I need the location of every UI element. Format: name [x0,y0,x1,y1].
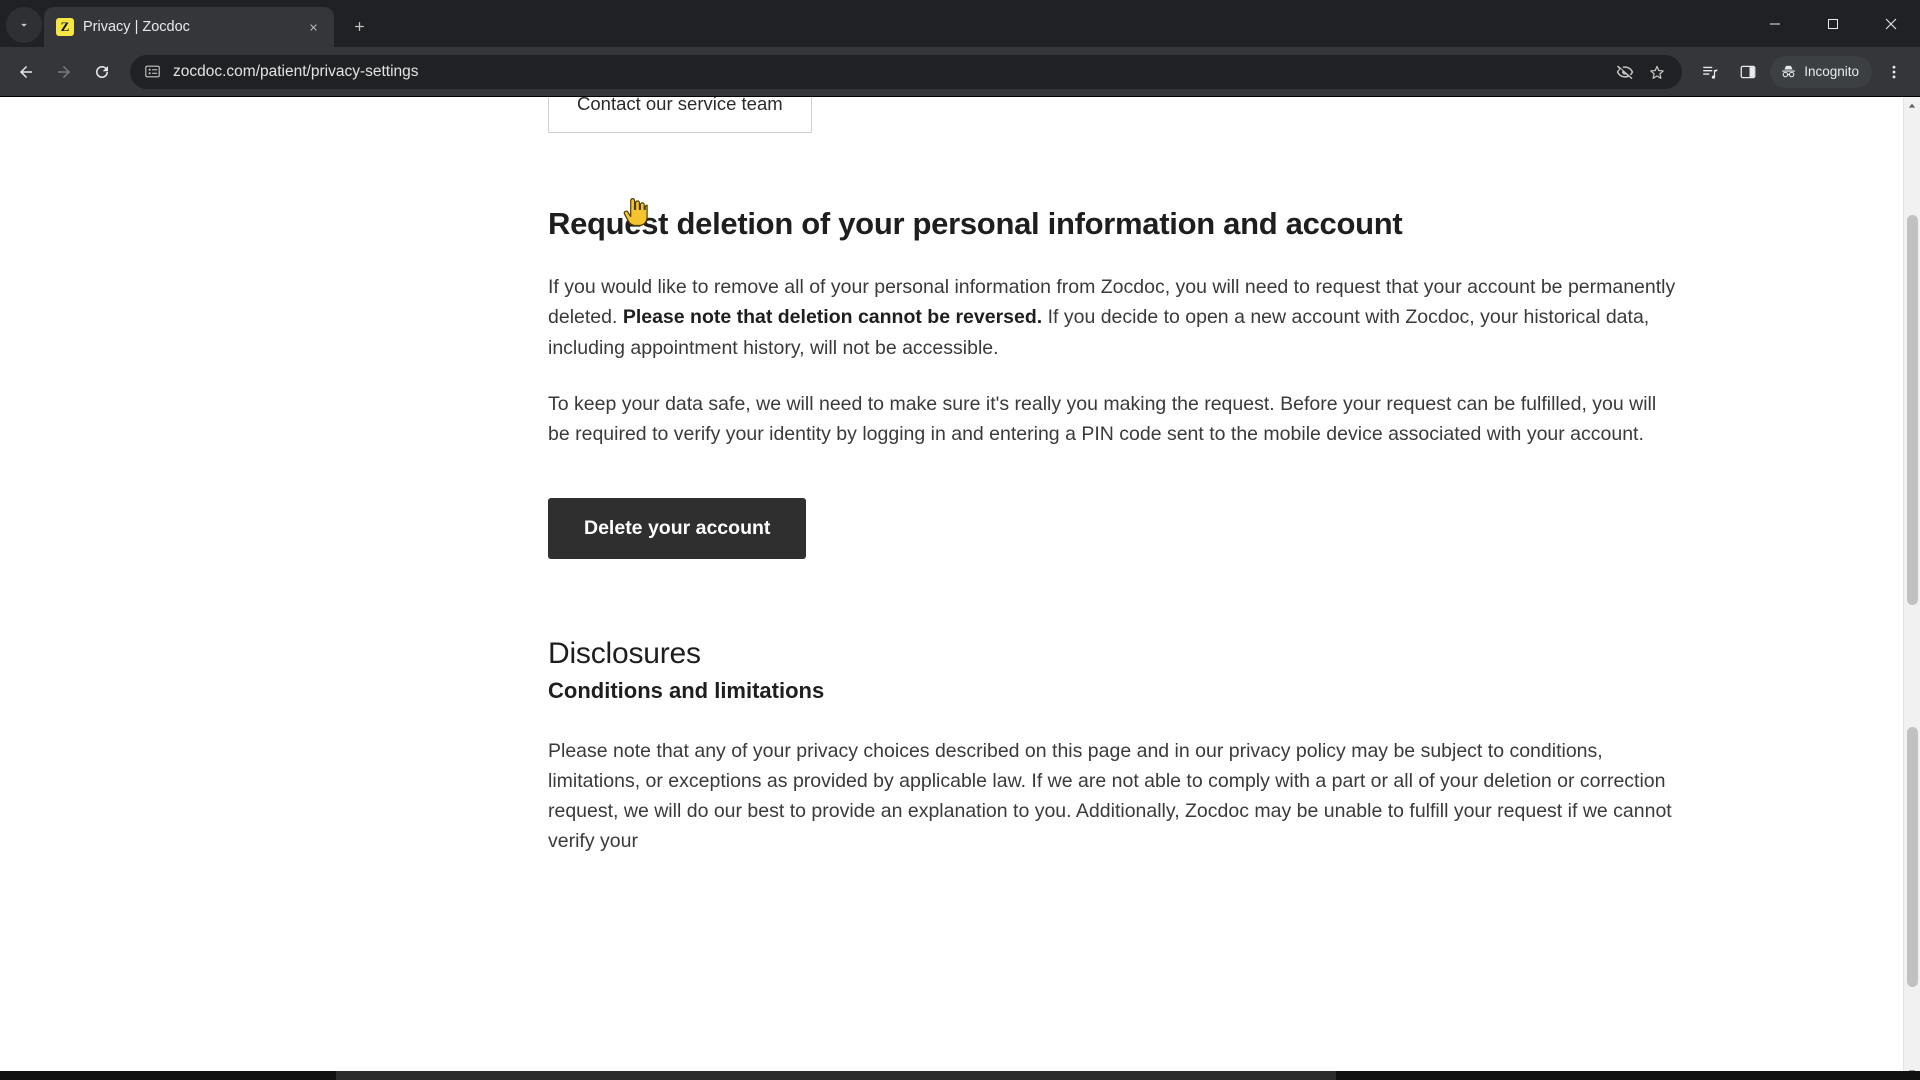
window-controls [1746,0,1920,47]
deletion-paragraph-1: If you would like to remove all of your … [548,272,1678,363]
contact-service-team-button[interactable]: Contact our service team [548,97,812,133]
eye-off-icon [1616,65,1634,79]
arrow-left-icon [20,65,32,78]
tab-close-button[interactable] [302,16,324,38]
browser-tab-privacy-zocdoc[interactable]: Z Privacy | Zocdoc [44,7,334,47]
chevron-down-icon [21,23,27,27]
omnibox-actions [1612,59,1670,85]
bookmark-button[interactable] [1644,59,1670,85]
address-bar[interactable]: zocdoc.com/patient/privacy-settings [130,54,1683,89]
three-dot-menu-icon [1892,65,1896,78]
chrome-menu-button[interactable] [1876,54,1912,90]
tab-strip: Z Privacy | Zocdoc [0,0,1920,47]
reading-list-icon [1703,66,1718,79]
maximize-icon [1828,18,1838,29]
reload-button[interactable] [84,54,120,90]
scrollbar-thumb[interactable] [1907,215,1918,605]
new-tab-button[interactable] [342,9,376,43]
arrow-right-icon [58,65,70,78]
minimize-icon [1770,23,1780,24]
close-window-button[interactable] [1862,0,1920,47]
browser-window: Z Privacy | Zocdoc zocdoc.com/patient/pr… [0,0,1920,1080]
deletion-warning-bold: Please note that deletion cannot be reve… [622,306,1043,329]
os-taskbar-strip [0,1071,1920,1080]
site-info-button[interactable] [144,63,161,80]
scrollbar-thumb-lower[interactable] [1907,727,1918,987]
conditions-and-limitations-subheading: Conditions and limitations [548,677,825,703]
side-panel-button[interactable] [1730,54,1766,90]
back-button[interactable] [8,54,44,90]
deletion-section-heading: Request deletion of your personal inform… [548,206,1403,241]
incognito-label: Incognito [1804,64,1859,79]
page-info-icon [145,65,160,78]
zocdoc-favicon: Z [56,18,74,36]
reading-list-button[interactable] [1692,54,1728,90]
side-panel-icon [1740,65,1756,78]
plus-icon [354,21,364,31]
taskbar-highlight [336,1071,1336,1080]
scroll-up-button[interactable] [1904,97,1920,114]
star-icon [1650,65,1665,79]
close-icon [309,23,317,31]
forward-button[interactable] [46,54,82,90]
tab-title: Privacy | Zocdoc [83,19,190,35]
incognito-indicator[interactable]: Incognito [1770,55,1872,88]
disclosures-paragraph: Please note that any of your privacy cho… [548,739,1672,852]
url-text: zocdoc.com/patient/privacy-settings [173,62,419,80]
page-viewport: Contact our service team Request deletio… [0,96,1920,1080]
toolbar-right-actions: Incognito [1692,54,1912,90]
close-icon [1885,18,1897,29]
tab-search-button[interactable] [6,7,42,43]
minimize-window-button[interactable] [1746,0,1804,47]
browser-toolbar: zocdoc.com/patient/privacy-settings Inco… [0,47,1920,96]
maximize-window-button[interactable] [1804,0,1862,47]
deletion-paragraph-2: To keep your data safe, we will need to … [548,392,1657,446]
incognito-icon [1782,65,1796,78]
disclosures-heading: Disclosures [548,636,701,670]
page-scrollbar[interactable] [1903,97,1920,1080]
reload-icon [96,65,108,78]
chevron-up-icon [1908,103,1916,108]
delete-your-account-button[interactable]: Delete your account [548,497,807,559]
tracking-protection-button[interactable] [1612,59,1638,85]
privacy-settings-page: Contact our service team Request deletio… [0,97,1903,1080]
